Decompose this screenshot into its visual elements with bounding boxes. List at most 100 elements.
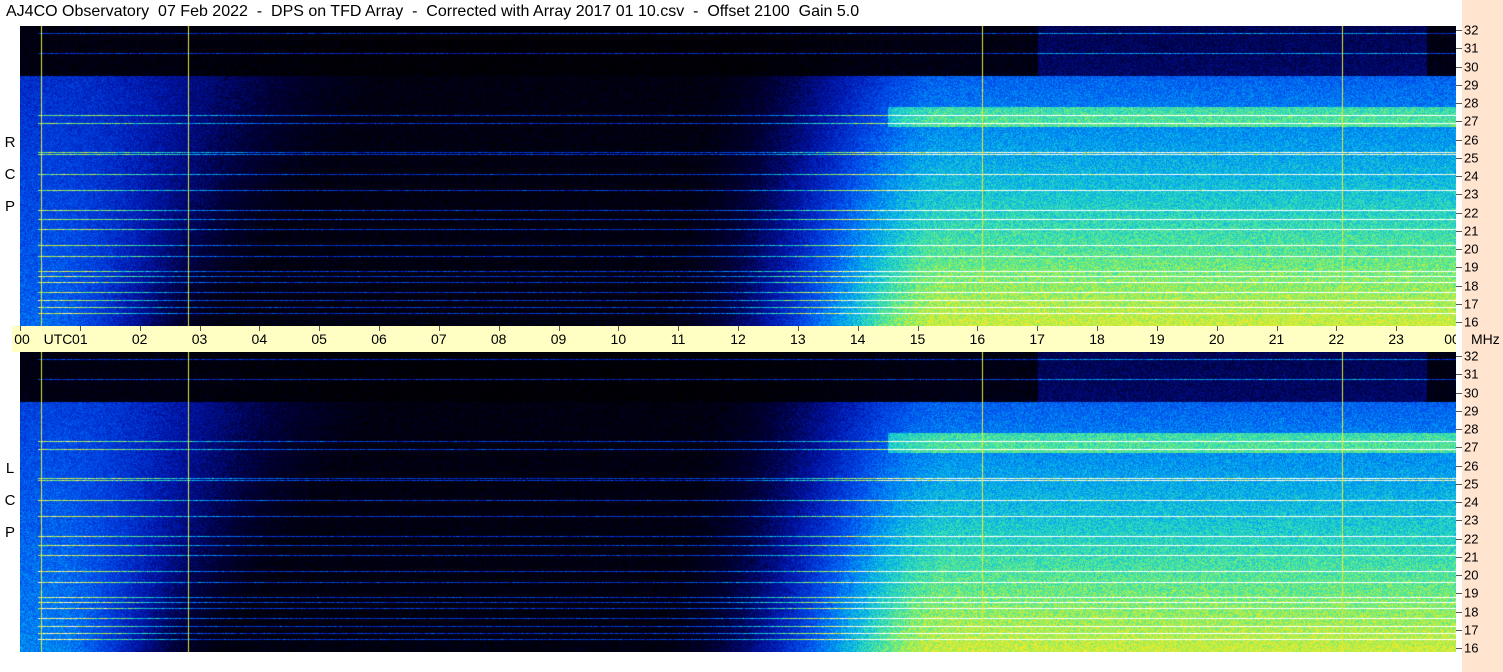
mhz-tick-mark [1456,103,1462,104]
utc-tick-label: 06 [371,331,387,347]
mhz-tick-label: 32 [1464,22,1479,38]
mhz-tick-mark [1456,410,1462,412]
utc-axis: 00 01 02 03 04 05 06 07 08 09 10 11 12 13 14 15 16 17 18 19… [12,326,1464,352]
mhz-tick-label: 24 [1464,494,1479,510]
utc-tick-mark [1156,326,1158,331]
mhz-tick-mark [1456,176,1462,177]
spectrogram-lcp-canvas [20,352,1456,652]
mhz-tick-label: 21 [1464,223,1479,239]
mhz-tick-label: 23 [1464,186,1479,202]
mhz-tick-mark [1456,502,1462,503]
mhz-tick-mark [1456,267,1462,269]
utc-tick-mark [797,326,799,331]
utc-tick-mark [917,326,919,331]
mhz-tick-label: 29 [1464,77,1479,93]
chart-title: AJ4CO Observatory 07 Feb 2022 - DPS on T… [6,3,860,20]
mhz-tick-label: 23 [1464,512,1479,528]
mhz-tick-label: 18 [1464,604,1479,619]
mhz-tick-mark [1456,121,1462,123]
utc-tick-label: 10 [610,331,627,347]
pol-label-rcp-1: R [4,134,16,151]
utc-tick-label: 05 [311,331,327,347]
utc-tick-mark [1097,326,1098,331]
pol-label-rcp-2: C [4,166,16,183]
utc-tick-mark [259,326,261,331]
utc-tick-mark [20,326,21,331]
utc-tick-mark [79,326,81,331]
mhz-tick-label: 30 [1464,385,1479,400]
pol-label-lcp-2: C [4,492,16,509]
mhz-tick-mark [1456,575,1462,576]
utc-tick-label: 22 [1328,331,1345,347]
utc-tick-label: 09 [550,331,567,347]
mhz-tick-mark [1456,84,1462,86]
utc-tick-mark [857,326,859,331]
mhz-tick-label: 30 [1464,59,1479,74]
utc-tick-mark [319,326,321,331]
mhz-tick-label: 22 [1464,205,1479,220]
mhz-tick-mark [1456,322,1462,323]
utc-tick-mark [558,326,560,331]
mhz-tick-label: 26 [1464,458,1479,473]
utc-tick-label: 12 [730,331,746,347]
mhz-tick-label: 17 [1464,622,1479,638]
mhz-tick-mark [1456,30,1462,31]
mhz-tick-mark [1456,593,1462,595]
pol-label-rcp-3: P [4,198,15,215]
utc-tick-label: 20 [1208,331,1225,347]
mhz-tick-mark [1456,48,1462,50]
mhz-tick-mark [1456,285,1462,287]
utc-tick-label: 13 [790,331,806,347]
utc-unit-label: UTC [43,331,73,347]
utc-tick-label: 03 [191,331,208,347]
mhz-tick-label: 19 [1464,585,1479,601]
utc-tick-label: 00 [14,331,30,347]
mhz-tick-label: 18 [1464,278,1479,293]
utc-tick-mark [1396,326,1398,331]
mhz-tick-mark [1456,538,1462,540]
mhz-tick-label: 25 [1464,150,1479,166]
mhz-tick-label: 17 [1464,296,1479,312]
utc-tick-mark [618,326,620,331]
title-bar: AJ4CO Observatory 07 Feb 2022 - DPS on T… [0,0,1462,26]
mhz-tick-mark [1456,249,1462,250]
mhz-tick-mark [1456,194,1462,196]
mhz-tick-mark [1456,66,1462,68]
mhz-tick-mark [1456,556,1462,558]
utc-tick-label: 08 [490,331,507,347]
utc-tick-mark [1336,326,1338,331]
mhz-tick-label: 29 [1464,403,1479,419]
utc-tick-label: 21 [1268,331,1285,347]
utc-tick-mark [199,326,201,331]
mhz-tick-mark [1456,447,1462,449]
utc-tick-mark [1037,326,1039,331]
mhz-tick-mark [1456,212,1462,214]
mhz-unit-label: MHz [1471,331,1500,347]
utc-tick-label: 07 [431,331,447,347]
mhz-tick-label: 19 [1464,259,1479,275]
mhz-tick-label: 16 [1464,640,1479,656]
utc-tick-label: 01 [72,331,88,347]
mhz-tick-label: 20 [1464,241,1479,257]
mhz-tick-label: 26 [1464,132,1479,147]
mhz-tick-mark [1456,429,1462,430]
spectrogram-rcp-canvas [20,26,1456,326]
mhz-tick-label: 28 [1464,95,1479,111]
utc-tick-label: 19 [1149,331,1165,347]
utc-tick-label: 23 [1388,331,1404,347]
mhz-tick-label: 16 [1464,314,1479,330]
mhz-tick-label: 25 [1464,476,1479,492]
mhz-tick-label: 28 [1464,421,1479,437]
mhz-tick-mark [1456,629,1462,631]
mhz-tick-mark [1456,648,1462,649]
utc-tick-label: 04 [251,331,268,347]
utc-tick-mark [977,326,979,331]
utc-tick-label: 15 [909,331,926,347]
utc-tick-mark [379,326,380,331]
mhz-tick-label: 24 [1464,168,1479,184]
mhz-tick-mark [1456,230,1462,232]
utc-tick-mark [738,326,739,331]
utc-tick-label: 11 [670,331,686,347]
utc-tick-label: 17 [1029,331,1045,347]
mhz-tick-mark [1456,520,1462,522]
